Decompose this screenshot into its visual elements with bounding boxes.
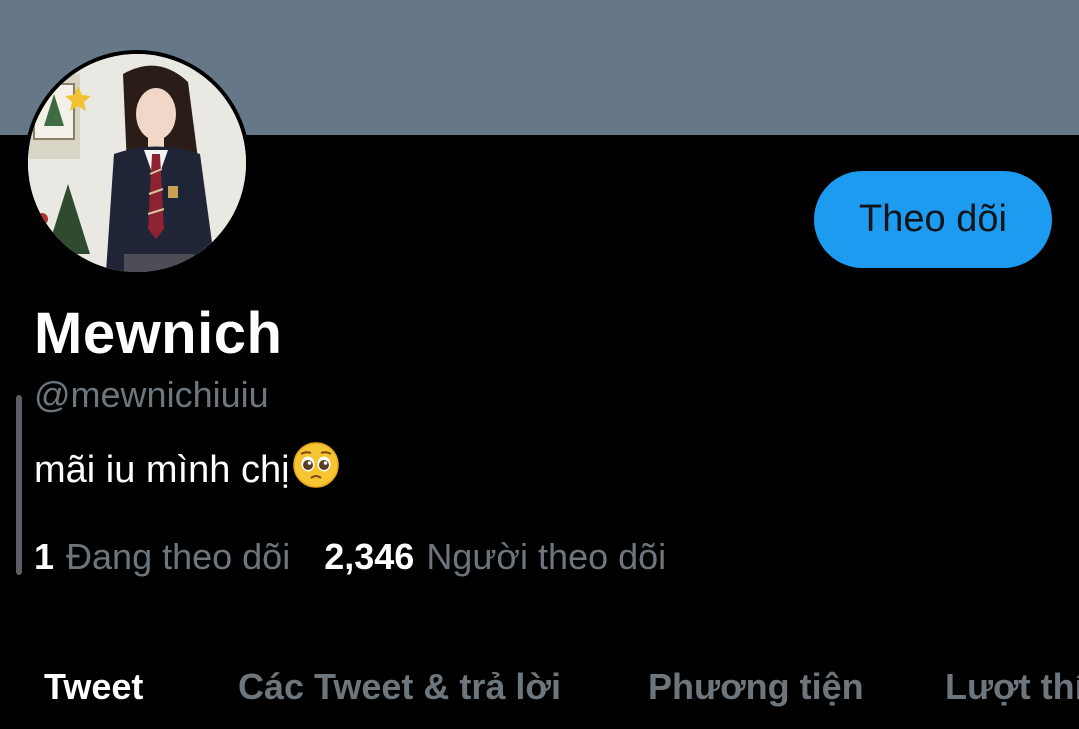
profile-bio-text: mãi iu mình chị: [34, 448, 290, 491]
following-label: Đang theo dõi: [66, 536, 291, 577]
profile-handle: @mewnichiuiu: [34, 374, 269, 415]
profile-bio: mãi iu mình chị: [34, 441, 340, 499]
followers-count: 2,346: [324, 536, 415, 577]
follow-button[interactable]: Theo dõi: [814, 171, 1052, 268]
tab-tweets-and-replies[interactable]: Các Tweet & trả lời: [238, 666, 561, 708]
followers-label: Người theo dõi: [426, 536, 667, 577]
followers-link[interactable]: 2,346 Người theo dõi: [324, 536, 666, 578]
tab-media[interactable]: Phương tiện: [648, 666, 864, 708]
scrollbar[interactable]: [16, 395, 22, 575]
pleading-face-icon: [292, 441, 340, 499]
follow-stats: 1 Đang theo dõi 2,346 Người theo dõi: [34, 536, 666, 578]
tab-tweets[interactable]: Tweet: [44, 666, 143, 708]
avatar[interactable]: [28, 54, 246, 272]
avatar-image: [28, 54, 246, 272]
following-count: 1: [34, 536, 55, 577]
profile-display-name: Mewnich: [34, 301, 283, 366]
tab-likes[interactable]: Lượt thí: [945, 666, 1079, 708]
profile-tabs: Tweet Các Tweet & trả lời Phương tiện Lư…: [0, 666, 1079, 729]
following-link[interactable]: 1 Đang theo dõi: [34, 536, 290, 578]
